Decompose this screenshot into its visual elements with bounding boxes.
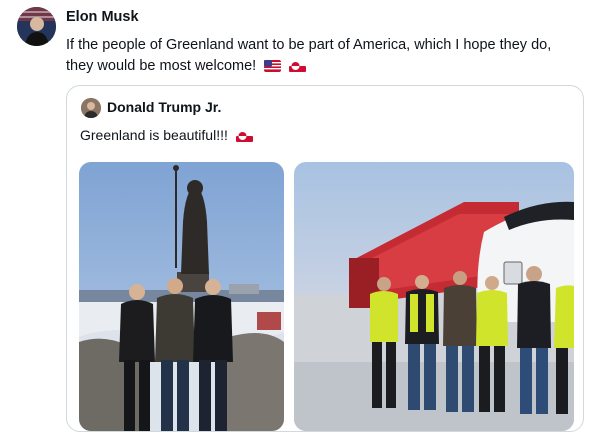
quoted-post-text: Greenland is beautiful!!! bbox=[80, 127, 253, 145]
quoted-post-body: Greenland is beautiful!!! bbox=[80, 127, 228, 143]
quoted-avatar[interactable] bbox=[81, 98, 101, 118]
post-author-name[interactable]: Elon Musk bbox=[66, 9, 139, 25]
helicopter-group-photo[interactable] bbox=[294, 162, 574, 431]
statue-group-photo[interactable] bbox=[79, 162, 284, 431]
quoted-author-name[interactable]: Donald Trump Jr. bbox=[107, 99, 221, 115]
greenland-flag-icon bbox=[235, 129, 253, 145]
us-flag-icon bbox=[264, 58, 282, 79]
post-body: If the people of Greenland want to be pa… bbox=[66, 37, 552, 74]
post-text: If the people of Greenland want to be pa… bbox=[66, 35, 576, 79]
avatar[interactable] bbox=[17, 7, 56, 46]
quoted-post-card[interactable]: Donald Trump Jr. Greenland is beautiful!… bbox=[66, 85, 584, 432]
greenland-flag-icon bbox=[289, 58, 307, 79]
